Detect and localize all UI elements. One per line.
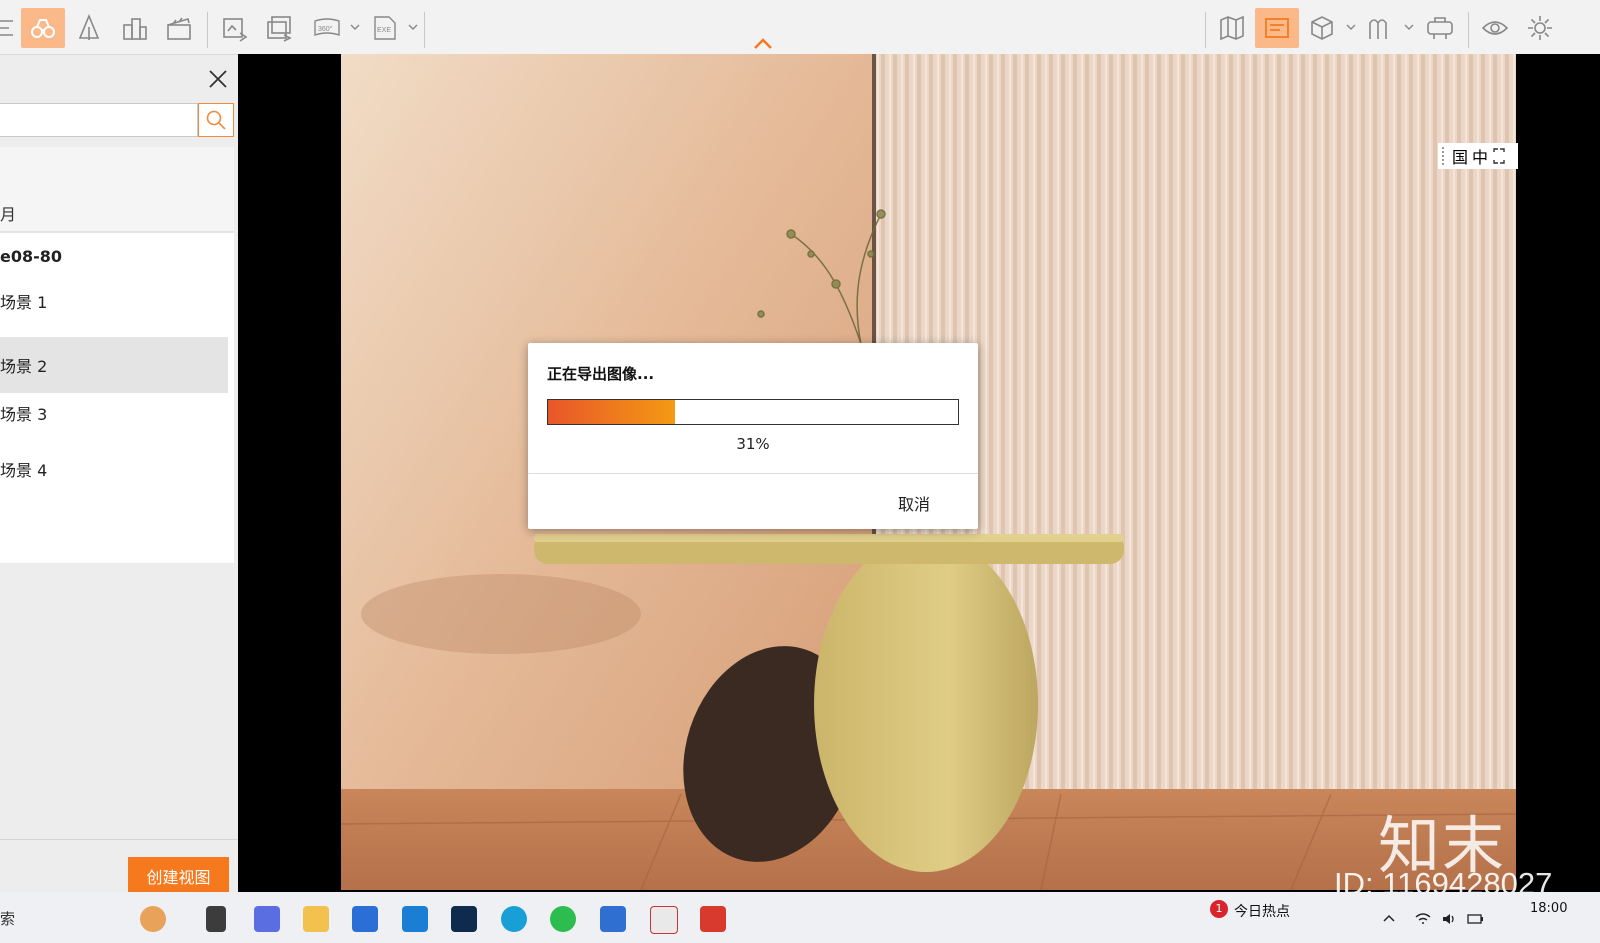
scene-item[interactable]: 场景 1 (0, 273, 228, 329)
store-icon[interactable] (352, 906, 378, 932)
news-widget-label[interactable]: 今日热点 (1234, 901, 1290, 921)
buildings-icon[interactable] (113, 8, 157, 48)
vr-headset-icon[interactable] (1418, 8, 1462, 48)
exe-icon[interactable]: EXE (363, 8, 407, 48)
scene-item[interactable]: 场景 4 (0, 441, 228, 497)
cube-icon[interactable] (1300, 8, 1344, 48)
cat-app-icon[interactable] (140, 906, 166, 932)
sketchup-icon[interactable] (700, 906, 726, 932)
view-control-widget[interactable]: 国 中 (1438, 143, 1518, 169)
fullscreen-icon[interactable] (1492, 147, 1506, 165)
view-control-label: 国 (1452, 148, 1469, 167)
search-icon (206, 110, 226, 130)
batch-export-icon[interactable] (257, 8, 301, 48)
wechat-icon[interactable] (550, 906, 576, 932)
copilot-icon[interactable] (254, 906, 280, 932)
scene-panel: 月 e08-80 场景 1 场景 2 场景 3 场景 4 创建视图 (0, 55, 238, 943)
app-icon[interactable] (600, 906, 626, 932)
chevron-up-icon[interactable] (1380, 910, 1398, 928)
wifi-icon[interactable] (1414, 910, 1432, 928)
panel-header-card (0, 147, 234, 233)
photoshop-icon[interactable] (451, 906, 477, 932)
scene-list: e08-80 场景 1 场景 2 场景 3 场景 4 (0, 233, 234, 563)
scene-label: 场景 4 (0, 461, 48, 480)
svg-text:360°: 360° (318, 25, 333, 33)
notification-badge: 1 (1210, 900, 1228, 918)
taskbar-search[interactable]: 索 (0, 908, 15, 929)
model-name: e08-80 (0, 247, 63, 266)
chevron-down-icon[interactable] (350, 22, 360, 32)
battery-icon[interactable] (1466, 910, 1484, 928)
chevron-down-icon[interactable] (1404, 22, 1414, 32)
os-taskbar: 索 1 今日热点 18:00 (0, 892, 1600, 943)
top-toolbar: 360° EXE (0, 0, 1600, 55)
collapse-chevron-up-icon[interactable] (752, 37, 774, 51)
drag-handle-icon[interactable] (1442, 147, 1448, 165)
file-explorer-icon[interactable] (303, 906, 329, 932)
export-progress-dialog: 正在导出图像... 31% 取消 (528, 343, 978, 529)
eye-icon[interactable] (1473, 8, 1517, 48)
mail-icon[interactable] (402, 906, 428, 932)
scene-item[interactable]: 场景 3 (0, 385, 228, 441)
divider (0, 839, 238, 840)
search-input[interactable] (0, 103, 198, 137)
task-view-icon[interactable] (206, 906, 226, 932)
create-view-button[interactable]: 创建视图 (128, 857, 229, 895)
edge-icon[interactable] (501, 906, 527, 932)
scene-label: 场景 2 (0, 357, 48, 376)
progress-bar (547, 399, 959, 425)
map-icon[interactable] (1210, 8, 1254, 48)
snipping-icon[interactable] (650, 906, 678, 934)
dialog-title: 正在导出图像... (547, 365, 655, 383)
progress-fill (548, 400, 676, 424)
svg-text:EXE: EXE (377, 27, 391, 34)
view-control-label: 中 (1472, 148, 1489, 167)
close-icon[interactable] (206, 67, 230, 91)
volume-icon[interactable] (1440, 910, 1458, 928)
scene-label: 场景 1 (0, 293, 48, 312)
material-library-icon[interactable] (1358, 8, 1402, 48)
clock[interactable]: 18:00 (1530, 901, 1567, 916)
cancel-button[interactable]: 取消 (898, 491, 930, 515)
divider (528, 473, 978, 474)
chevron-down-icon[interactable] (1346, 22, 1356, 32)
progress-percent: 31% (736, 435, 770, 453)
gear-icon[interactable] (1518, 8, 1562, 48)
panel-tab-label: 月 (0, 205, 17, 224)
clapperboard-icon[interactable] (157, 8, 201, 48)
export-image-icon[interactable] (213, 8, 257, 48)
tree-icon[interactable] (67, 8, 111, 48)
panorama-360-icon[interactable]: 360° (305, 8, 349, 48)
search-button[interactable] (198, 103, 234, 137)
walkthrough-binoculars-icon[interactable] (21, 8, 65, 48)
chevron-down-icon[interactable] (408, 22, 418, 32)
scene-label: 场景 3 (0, 405, 48, 424)
render-settings-icon[interactable] (1255, 8, 1299, 48)
